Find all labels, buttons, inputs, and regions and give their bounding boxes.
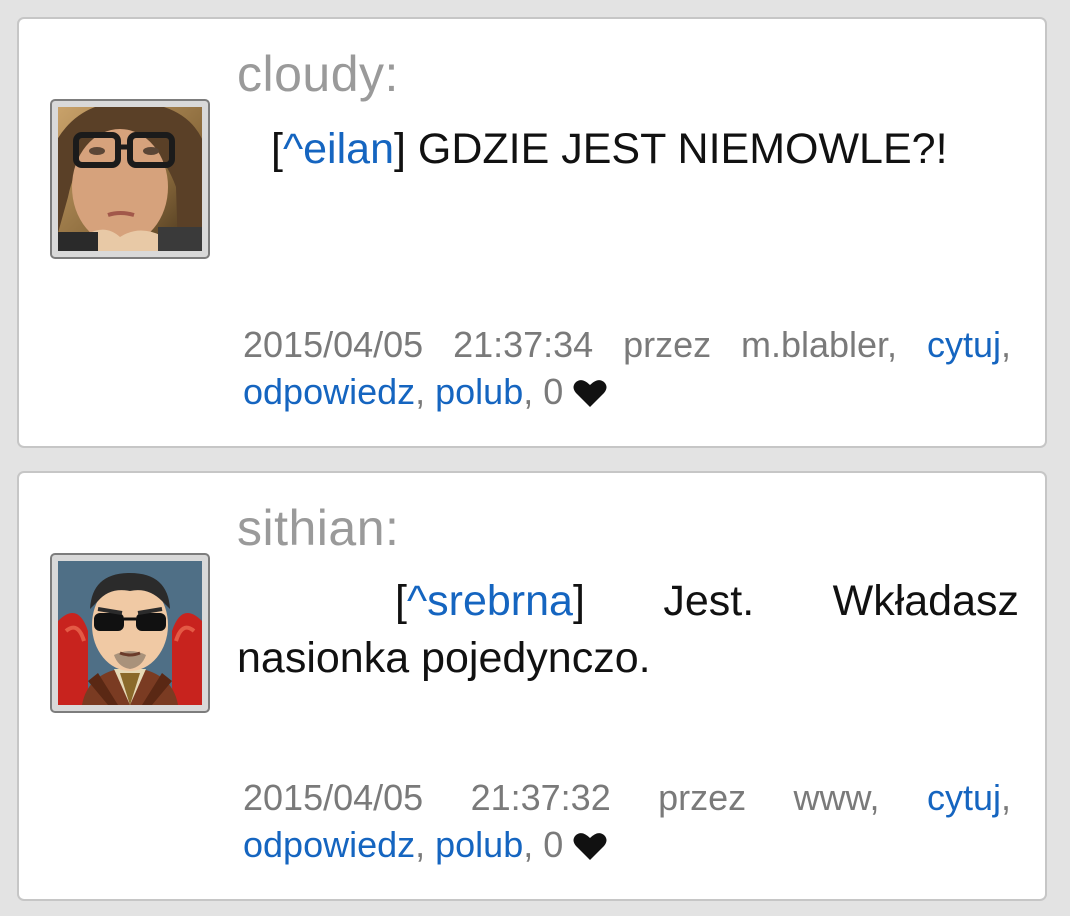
comment-card: cloudy: [^eilan] GDZIE JEST NIEMOWLE?! 2… xyxy=(17,17,1047,448)
source-author: m.blabler, xyxy=(740,324,898,365)
reply-link[interactable]: odpowiedz xyxy=(243,824,415,865)
comment-author[interactable]: cloudy: xyxy=(237,49,399,99)
like-link[interactable]: polub xyxy=(435,371,523,412)
comment-card: sithian: [^srebrna] Jest. Wkładasz nasio… xyxy=(17,471,1047,901)
source-author: www, xyxy=(793,777,880,818)
separator: , xyxy=(523,824,544,865)
comment-date: 2015/04/05 xyxy=(243,324,424,365)
avatar[interactable] xyxy=(50,553,210,713)
avatar[interactable] xyxy=(50,99,210,259)
comment-text: [^srebrna] Jest. Wkładasz nasionka pojed… xyxy=(237,573,1019,687)
like-count: 0 xyxy=(543,824,564,865)
bracket-close: ] xyxy=(393,125,406,173)
separator: , xyxy=(1000,777,1011,818)
separator: , xyxy=(415,371,436,412)
reply-reference-link[interactable]: ^srebrna xyxy=(407,577,573,625)
bracket-close: ] xyxy=(572,577,585,625)
comment-time: 21:37:32 xyxy=(470,777,611,818)
comment-body: Jest. Wkładasz nasionka pojedynczo. xyxy=(237,577,1019,682)
reply-link[interactable]: odpowiedz xyxy=(243,371,415,412)
comment-text: [^eilan] GDZIE JEST NIEMOWLE?! xyxy=(237,121,1019,178)
separator: , xyxy=(1000,324,1011,365)
comment-meta: 2015/04/05 21:37:32 przez www, cytuj, od… xyxy=(243,774,1011,872)
heart-icon xyxy=(573,372,607,419)
comment-date: 2015/04/05 xyxy=(243,777,424,818)
bracket-open: [ xyxy=(395,577,407,625)
meta-actions: odpowiedz, polub, 0 xyxy=(243,821,1011,872)
comment-body: GDZIE JEST NIEMOWLE?! xyxy=(405,125,948,173)
avatar-image xyxy=(58,107,202,251)
like-link[interactable]: polub xyxy=(435,824,523,865)
comment-author[interactable]: sithian: xyxy=(237,503,399,553)
quote-link[interactable]: cytuj xyxy=(927,777,1001,818)
avatar-image xyxy=(58,561,202,705)
reply-reference-link[interactable]: ^eilan xyxy=(283,125,394,173)
heart-icon xyxy=(573,825,607,872)
quote-link[interactable]: cytuj xyxy=(927,324,1001,365)
meta-actions: odpowiedz, polub, 0 xyxy=(243,368,1011,419)
comment-time: 21:37:34 xyxy=(453,324,594,365)
like-count: 0 xyxy=(543,371,564,412)
bracket-open: [ xyxy=(271,125,283,173)
separator: , xyxy=(523,371,544,412)
by-label: przez xyxy=(623,324,712,365)
separator: , xyxy=(415,824,436,865)
by-label: przez xyxy=(658,777,747,818)
comment-meta: 2015/04/05 21:37:34 przez m.blabler, cyt… xyxy=(243,321,1011,419)
